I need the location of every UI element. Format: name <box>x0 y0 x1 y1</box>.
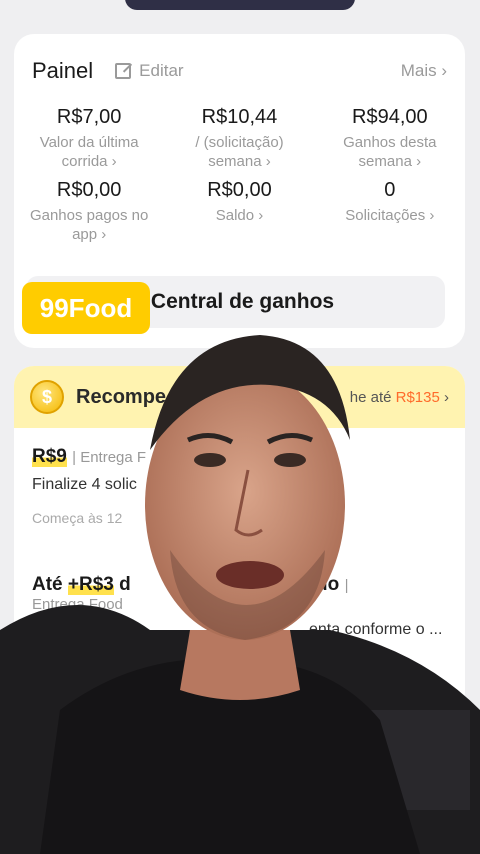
stat-value: R$0,00 <box>207 179 272 201</box>
stat-label: / (solicitação) semana › <box>195 134 284 170</box>
more-link[interactable]: Mais › <box>401 61 447 81</box>
reward-item-title: Até +R$3 d pedido | <box>32 574 447 596</box>
stat-value: R$94,00 <box>352 106 428 128</box>
reward-prefix: Até <box>32 574 68 595</box>
stat-label: Saldo › <box>215 207 264 224</box>
stat-value: R$10,44 <box>201 106 278 128</box>
reward-title-mid: d <box>113 574 131 595</box>
stat-label: Valor da última corrida › <box>39 134 139 170</box>
reward-description: A recompen enta conforme o ... <box>32 621 443 638</box>
edit-label: Editar <box>139 61 184 80</box>
stat-label: Ganhos pagos no app › <box>29 207 149 243</box>
reward-item-title: R$9 | Entrega F <box>32 446 447 468</box>
reward-type: | Entrega F <box>72 449 147 466</box>
reward-amount: +R$3 <box>67 574 114 595</box>
rewards-summary: he até R$135 › <box>350 389 449 406</box>
stat-paid-in-app[interactable]: R$0,00 Ganhos pagos no app › <box>14 179 164 244</box>
rewards-header[interactable]: $ Recompe he até R$135 › <box>14 366 465 428</box>
chevron-right-icon: › <box>444 388 449 406</box>
reward-item[interactable]: Até +R$3 d pedido | Entrega Food A recom… <box>32 574 447 671</box>
reward-start-time: Com <box>32 655 62 671</box>
stat-requests[interactable]: 0 Solicitações › <box>315 179 465 244</box>
reward-item[interactable]: R$9 | Entrega F Finalize 4 solic Começa … <box>32 446 447 526</box>
stat-value: R$7,00 <box>56 106 122 128</box>
coin-icon: $ <box>30 380 64 414</box>
reward-amount: R$9 <box>32 446 67 467</box>
reward-title-end: pedido | <box>277 574 349 595</box>
painel-header: Painel Editar Mais › <box>32 56 447 86</box>
reward-start-time: Começa às 12 <box>32 510 123 526</box>
top-pill-bar <box>125 0 355 10</box>
reward-description: Finalize 4 solic <box>32 476 137 493</box>
stat-label: Ganhos desta semana › <box>343 134 437 170</box>
painel-title: Painel <box>32 58 94 83</box>
stat-per-request[interactable]: R$10,44 / (solicitação) semana › <box>164 106 314 171</box>
reward-type: Entrega Food <box>32 596 123 613</box>
rewards-summary-text: he até <box>349 388 396 406</box>
edit-icon <box>115 63 132 79</box>
stats-grid: R$7,00 Valor da última corrida › R$10,44… <box>14 106 465 244</box>
edit-button[interactable]: Editar <box>115 61 184 81</box>
stat-value: R$0,00 <box>56 179 122 201</box>
stat-week-earnings[interactable]: R$94,00 Ganhos desta semana › <box>315 106 465 171</box>
stat-value: 0 <box>384 179 396 201</box>
stat-last-ride[interactable]: R$7,00 Valor da última corrida › <box>14 106 164 171</box>
stat-label: Solicitações › <box>345 207 435 224</box>
rewards-summary-amount: R$135 <box>395 388 440 406</box>
rewards-title: Recompe <box>76 385 167 408</box>
rewards-card: $ Recompe he até R$135 › R$9 | Entrega F… <box>14 366 465 712</box>
stat-balance[interactable]: R$0,00 Saldo › <box>164 179 314 244</box>
brand-watermark-badge: 99Food <box>22 282 150 334</box>
